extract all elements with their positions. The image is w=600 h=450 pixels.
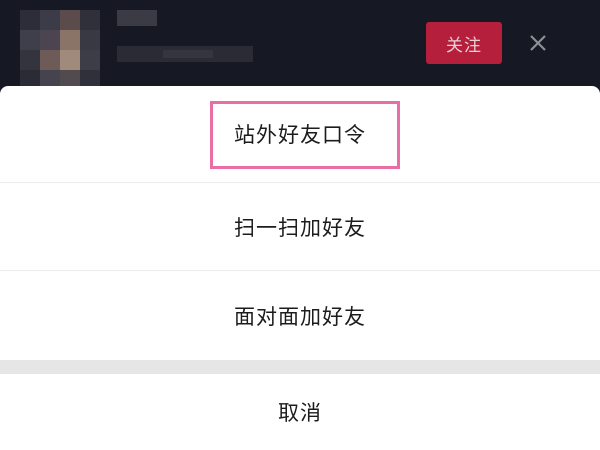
- action-sheet: 站外好友口令 扫一扫加好友 面对面加好友 取消: [0, 86, 600, 450]
- avatar-pixel: [60, 30, 80, 50]
- sheet-item-label: 面对面加好友: [234, 305, 366, 329]
- avatar[interactable]: [20, 10, 100, 90]
- avatar-pixel: [40, 10, 60, 30]
- sheet-item-label: 扫一扫加好友: [234, 216, 366, 240]
- avatar-pixel: [80, 50, 100, 70]
- username-blurred: [117, 10, 157, 26]
- close-icon[interactable]: [525, 30, 551, 56]
- sheet-item-face-to-face-add-friend[interactable]: 面对面加好友: [0, 270, 600, 361]
- avatar-pixel: [60, 10, 80, 30]
- avatar-pixel: [40, 30, 60, 50]
- avatar-pixel: [20, 30, 40, 50]
- avatar-pixel: [80, 30, 100, 50]
- user-header: 关注: [0, 0, 600, 90]
- follow-button[interactable]: 关注: [426, 22, 502, 64]
- highlight-box: [210, 101, 400, 169]
- sheet-item-scan-add-friend[interactable]: 扫一扫加好友: [0, 182, 600, 271]
- avatar-pixel: [60, 50, 80, 70]
- avatar-pixel: [20, 10, 40, 30]
- screen: 关注 站外好友口令 扫一扫加好友 面对面加好友 取消: [0, 0, 600, 450]
- user-subtitle-blurred: [117, 46, 253, 62]
- cancel-button[interactable]: 取消: [0, 374, 600, 450]
- avatar-pixel: [40, 50, 60, 70]
- sheet-divider: [0, 360, 600, 374]
- avatar-pixel: [20, 50, 40, 70]
- cancel-label: 取消: [278, 401, 322, 425]
- avatar-pixel: [80, 10, 100, 30]
